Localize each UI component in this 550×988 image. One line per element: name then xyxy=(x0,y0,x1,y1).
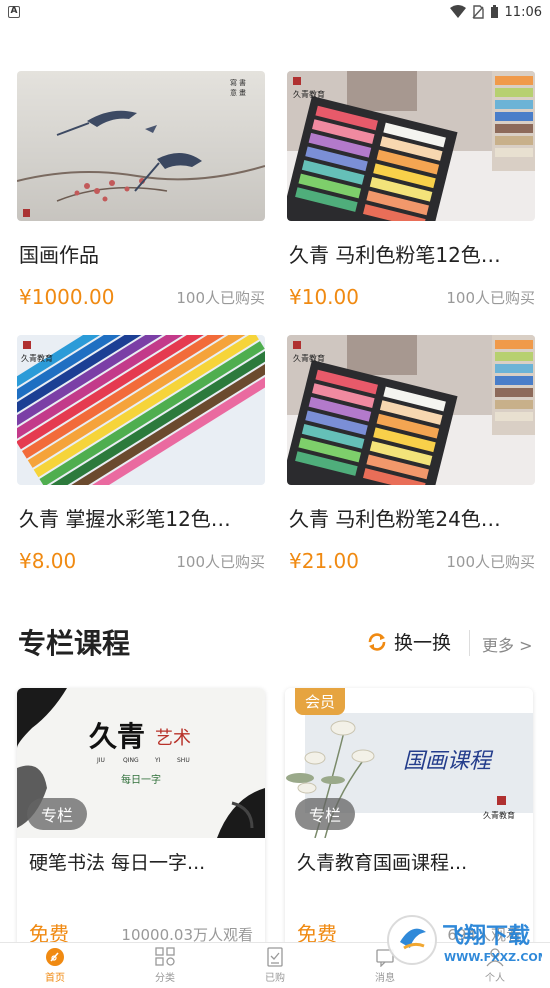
swap-button[interactable]: 换一换 xyxy=(366,628,451,655)
course-card[interactable]: 久青 艺术 JIU QING YI SHU 每日一字 专栏 硬笔书法 每日一字.… xyxy=(17,688,265,950)
no-sim-icon xyxy=(472,5,484,19)
nav-label: 分类 xyxy=(155,973,175,984)
svg-text:書: 書 xyxy=(239,78,246,87)
course-thumbnail-painting: 国画课程 久青教育 会员 专栏 xyxy=(285,688,533,838)
painting-course-calligraphy: 国画课程 xyxy=(403,749,494,774)
nav-label: 已购 xyxy=(265,973,285,984)
product-image-watercolor-pens: 久青教育 xyxy=(17,335,265,485)
vip-badge: 会员 xyxy=(295,688,346,715)
svg-text:畫: 畫 xyxy=(239,88,246,97)
course-card[interactable]: 国画课程 久青教育 会员 专栏 久青教育国画课程... 免费 694人观看 xyxy=(285,688,533,950)
course-title: 硬笔书法 每日一字... xyxy=(29,852,206,874)
seal-text: 久青教育 xyxy=(483,810,515,820)
swap-label: 换一换 xyxy=(394,632,452,654)
product-image-pastels-12: 久青教育 xyxy=(287,71,535,221)
product-price: ¥21.00 xyxy=(289,549,359,573)
product-card[interactable]: 書畫寫意 国画作品 ¥1000.00 100人已购买 xyxy=(17,71,265,309)
product-price: ¥8.00 xyxy=(19,549,77,573)
product-sold-count: 100人已购买 xyxy=(446,553,535,571)
pinyin-text: JIU xyxy=(96,757,105,764)
wifi-icon xyxy=(449,5,466,18)
nav-purchased[interactable]: 已购 xyxy=(220,943,330,988)
course-thumbnail-calligraphy: 久青 艺术 JIU QING YI SHU 每日一字 专栏 xyxy=(17,688,265,838)
home-icon xyxy=(46,948,64,966)
nav-label: 个人 xyxy=(485,973,505,984)
watermark-text: 飞翔下载 xyxy=(442,923,530,949)
column-tag: 专栏 xyxy=(27,798,88,830)
svg-text:意: 意 xyxy=(230,88,237,97)
product-name: 久青 掌握水彩笔12色… xyxy=(19,507,231,531)
svg-text:久青教育: 久青教育 xyxy=(293,89,325,99)
nav-home[interactable]: 首页 xyxy=(0,943,110,988)
svg-text:寫: 寫 xyxy=(230,78,237,87)
nav-label: 消息 xyxy=(375,973,395,984)
product-price: ¥10.00 xyxy=(289,285,359,309)
pinyin-text: SHU xyxy=(177,757,190,764)
product-sold-count: 100人已购买 xyxy=(446,289,535,307)
svg-text:久青教育: 久青教育 xyxy=(21,353,53,363)
nav-label: 首页 xyxy=(45,973,65,984)
product-card[interactable]: 久青教育 久青 马利色粉笔12色… ¥10.00 100人已购买 xyxy=(287,71,535,309)
art-text: 艺术 xyxy=(155,728,191,749)
product-image-pastels-24: 久青教育 xyxy=(287,335,535,485)
column-tag: 专栏 xyxy=(295,798,356,830)
refresh-icon xyxy=(368,632,386,651)
notification-icon: A xyxy=(8,6,20,18)
svg-text:久青教育: 久青教育 xyxy=(293,353,325,363)
product-sold-count: 100人已购买 xyxy=(176,289,265,307)
watermark-url: WWW.FXXZ.COM xyxy=(444,951,542,964)
product-price: ¥1000.00 xyxy=(19,285,115,309)
product-name: 久青 马利色粉笔12色… xyxy=(289,243,501,267)
battery-icon xyxy=(490,5,498,18)
status-bar: A 11:06 xyxy=(0,0,550,24)
category-grid-icon xyxy=(155,947,175,966)
pinyin-text: YI xyxy=(154,757,161,764)
product-name: 久青 马利色粉笔24色… xyxy=(289,507,501,531)
status-time: 11:06 xyxy=(504,4,542,20)
calligraphy-brand-text: 久青 xyxy=(89,720,145,753)
product-name: 国画作品 xyxy=(19,243,99,267)
product-sold-count: 100人已购买 xyxy=(176,553,265,571)
product-card[interactable]: 久青教育 久青 掌握水彩笔12色… ¥8.00 100人已购买 xyxy=(17,335,265,573)
purchased-icon xyxy=(267,947,283,967)
more-link[interactable]: 更多 > xyxy=(482,632,533,656)
divider xyxy=(469,630,470,656)
course-title: 久青教育国画课程... xyxy=(297,852,468,874)
watermark-logo: 飞翔下载 WWW.FXXZ.COM xyxy=(384,912,549,968)
daily-character-text: 每日一字 xyxy=(121,773,161,786)
section-title: 专栏课程 xyxy=(18,627,131,660)
nav-category[interactable]: 分类 xyxy=(110,943,220,988)
pinyin-text: QING xyxy=(123,757,139,764)
product-card[interactable]: 久青教育 久青 马利色粉笔24色… ¥21.00 100人已购买 xyxy=(287,335,535,573)
product-image-painting: 書畫寫意 xyxy=(17,71,265,221)
